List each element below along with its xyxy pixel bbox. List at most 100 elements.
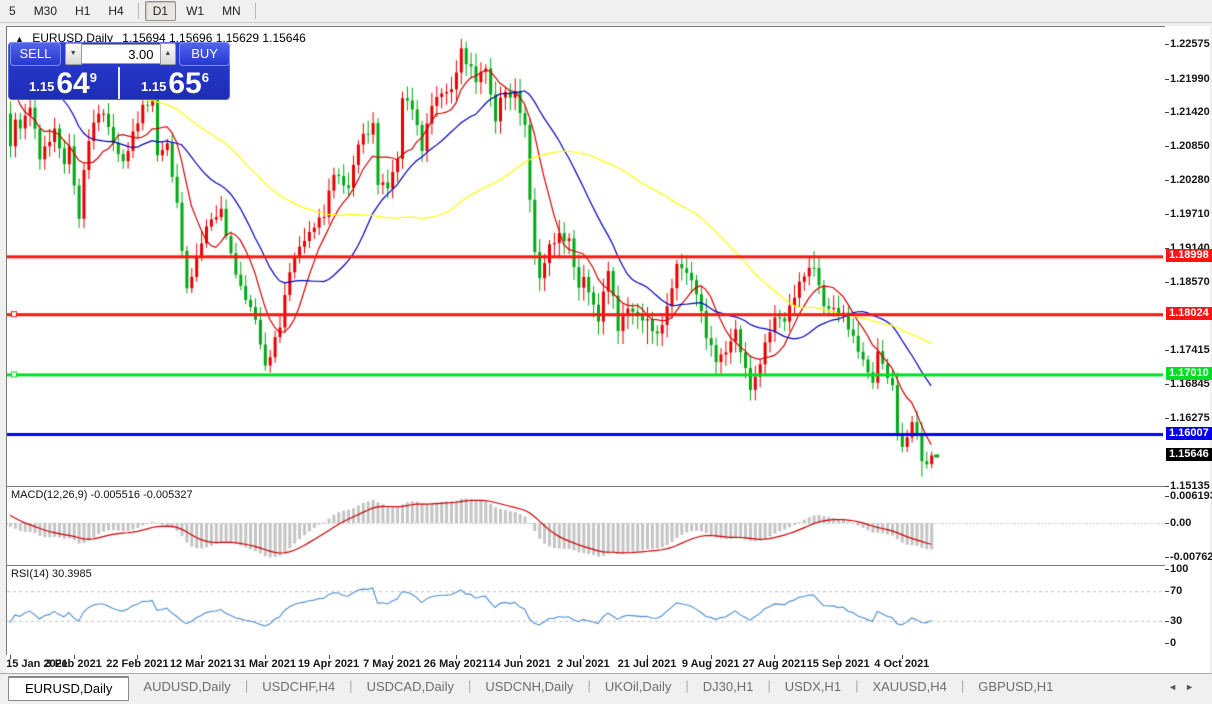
chart-tab-XAUUSD[interactable]: XAUUSD,H4 bbox=[858, 676, 960, 698]
axis-tick bbox=[1165, 523, 1169, 524]
tab-scroll-left-icon: ◄ bbox=[1168, 682, 1186, 692]
rsi-axis-label: 100 bbox=[1170, 563, 1189, 575]
rsi-axis-label: 70 bbox=[1170, 585, 1183, 598]
price-level-badge: 1.17010 bbox=[1166, 367, 1212, 381]
axis-tick bbox=[1165, 43, 1169, 45]
axis-tick bbox=[1165, 620, 1169, 622]
date-axis-label: 3 Feb 2021 bbox=[45, 658, 102, 670]
price-axis-label: 1.20280 bbox=[1170, 174, 1210, 187]
macd-axis-label: 0.00 bbox=[1170, 517, 1192, 529]
date-axis-label: 12 Mar 2021 bbox=[169, 658, 233, 670]
axis-tick bbox=[1165, 569, 1169, 570]
axis-tick bbox=[1165, 418, 1169, 420]
timeframe-button-H4[interactable]: H4 bbox=[100, 2, 131, 20]
date-axis-label: 9 Aug 2021 bbox=[681, 658, 740, 670]
toolbar-separator bbox=[137, 3, 139, 19]
timeframe-toolbar: 5 M30 H1 H4 D1 W1 MN bbox=[0, 0, 1212, 23]
one-click-trading-panel: SELL ▼ ▲ BUY 1.15 64 9 1.15 65 6 bbox=[8, 42, 230, 100]
rsi-axis-label: 30 bbox=[1170, 614, 1183, 627]
lot-decrease-button[interactable]: ▼ bbox=[64, 43, 82, 65]
axis-tick bbox=[1165, 350, 1169, 352]
price-level-badge: 1.16007 bbox=[1166, 427, 1212, 441]
axis-tick bbox=[1165, 495, 1169, 497]
macd-label: MACD(12,26,9) -0.005516 -0.005327 bbox=[11, 489, 193, 501]
chart-tabs-bar: EURUSD,Daily AUDUSD,Daily | USDCHF,H4 | USDCA… bbox=[0, 673, 1212, 704]
timeframe-button-H1[interactable]: H1 bbox=[67, 2, 98, 20]
date-axis-label: 26 May 2021 bbox=[423, 658, 488, 670]
axis-tick bbox=[1165, 281, 1169, 283]
chart-tab-AUDUSD[interactable]: AUDUSD,Daily bbox=[129, 676, 244, 698]
price-axis-label: 1.19710 bbox=[1170, 208, 1210, 221]
lot-increase-button[interactable]: ▲ bbox=[159, 43, 177, 65]
rsi-axis-label: 0 bbox=[1170, 637, 1177, 649]
macd-indicator-pane: MACD(12,26,9) -0.005516 -0.005327 bbox=[6, 486, 1166, 566]
timeframe-button-D1[interactable]: D1 bbox=[144, 1, 177, 21]
axis-tick bbox=[1165, 591, 1169, 593]
axis-tick bbox=[1165, 180, 1169, 182]
axis-tick bbox=[1165, 146, 1169, 148]
buy-price-big: 65 bbox=[168, 67, 202, 100]
date-axis-label: 4 Oct 2021 bbox=[874, 658, 930, 670]
price-axis: 1.22575 1.21990 1.21420 1.20850 1.20280 1.197… bbox=[1165, 26, 1212, 655]
current-price-badge: 1.15646 bbox=[1166, 448, 1212, 462]
price-level-badge: 1.18998 bbox=[1166, 249, 1212, 263]
date-axis-label: 22 Feb 2021 bbox=[106, 658, 169, 670]
axis-tick bbox=[1165, 485, 1169, 487]
axis-tick bbox=[1165, 384, 1169, 386]
date-axis-label: 21 Jul 2021 bbox=[617, 658, 677, 670]
date-axis-label: 15 Sep 2021 bbox=[806, 658, 870, 670]
axis-tick bbox=[1165, 643, 1169, 644]
macd-axis-label: -0.007621 bbox=[1170, 550, 1212, 563]
chart-tab-GBPUSD[interactable]: GBPUSD,H1 bbox=[964, 676, 1067, 698]
chart-tab-DJ30[interactable]: DJ30,H1 bbox=[689, 676, 768, 698]
axis-tick bbox=[1165, 556, 1169, 558]
chart-tab-USDCAD[interactable]: USDCAD,Daily bbox=[353, 676, 468, 698]
timeframe-button-5[interactable]: 5 bbox=[1, 2, 24, 20]
rsi-indicator-pane: RSI(14) 30.3985 bbox=[6, 565, 1166, 656]
date-axis-label: 27 Aug 2021 bbox=[742, 658, 807, 670]
sell-price-prefix: 1.15 bbox=[29, 79, 55, 94]
date-axis-label: 2 Jul 2021 bbox=[557, 658, 610, 670]
axis-tick bbox=[1165, 78, 1169, 80]
macd-values: -0.005516 -0.005327 bbox=[87, 489, 193, 501]
timeframe-button-W1[interactable]: W1 bbox=[178, 2, 212, 20]
sell-price-big: 64 bbox=[56, 67, 90, 100]
tab-scroll-right-icon: ► bbox=[1185, 682, 1202, 692]
price-axis-label: 1.17415 bbox=[1170, 344, 1210, 357]
rsi-label: RSI(14) 30.3985 bbox=[11, 568, 92, 580]
price-axis-label: 1.16275 bbox=[1170, 412, 1210, 425]
rsi-value: 30.3985 bbox=[48, 568, 92, 580]
sell-button[interactable]: SELL bbox=[10, 42, 61, 66]
timeframe-button-M30[interactable]: M30 bbox=[26, 2, 65, 20]
chart-tab-USDCHF[interactable]: USDCHF,H4 bbox=[248, 676, 349, 698]
lot-size-input[interactable] bbox=[81, 44, 160, 64]
price-axis-label: 1.21990 bbox=[1170, 72, 1210, 85]
price-level-badge: 1.18024 bbox=[1166, 307, 1212, 321]
rsi-canvas[interactable] bbox=[7, 566, 1163, 653]
axis-tick bbox=[1165, 112, 1169, 114]
date-axis-label: 14 Jun 2021 bbox=[488, 658, 551, 670]
buy-price-pip: 6 bbox=[201, 70, 209, 85]
price-axis-label: 1.20850 bbox=[1170, 140, 1210, 153]
macd-axis-label: 0.006193 bbox=[1170, 489, 1212, 502]
sell-price-display[interactable]: 1.15 64 9 bbox=[8, 66, 118, 100]
buy-price-display[interactable]: 1.15 65 6 bbox=[120, 66, 230, 100]
price-chart-pane: ▲ EURUSD,Daily 1.15694 1.15696 1.15629 1… bbox=[6, 26, 1166, 487]
timeframe-button-MN[interactable]: MN bbox=[214, 2, 249, 20]
sell-price-pip: 9 bbox=[89, 70, 97, 85]
date-axis-label: 19 Apr 2021 bbox=[297, 658, 360, 670]
date-axis-label: 7 May 2021 bbox=[363, 658, 422, 670]
chart-tab-UKOil[interactable]: UKOil,Daily bbox=[591, 676, 685, 698]
date-axis: 15 Jan 2021 3 Feb 2021 22 Feb 2021 12 Mar 2… bbox=[6, 655, 1210, 673]
axis-tick bbox=[1165, 214, 1169, 216]
buy-price-prefix: 1.15 bbox=[141, 79, 167, 94]
price-axis-label: 1.22575 bbox=[1170, 37, 1210, 50]
chart-tab-USDCNH[interactable]: USDCNH,Daily bbox=[471, 676, 587, 698]
price-axis-label: 1.18570 bbox=[1170, 275, 1210, 288]
buy-button[interactable]: BUY bbox=[179, 42, 230, 66]
date-axis-label: 31 Mar 2021 bbox=[233, 658, 296, 670]
toolbar-separator bbox=[254, 3, 256, 19]
chart-tab-USDX[interactable]: USDX,H1 bbox=[771, 676, 855, 698]
chart-tab-EURUSD[interactable]: EURUSD,Daily bbox=[8, 676, 130, 701]
tab-scroll-arrows[interactable]: ◄► bbox=[1168, 682, 1202, 692]
